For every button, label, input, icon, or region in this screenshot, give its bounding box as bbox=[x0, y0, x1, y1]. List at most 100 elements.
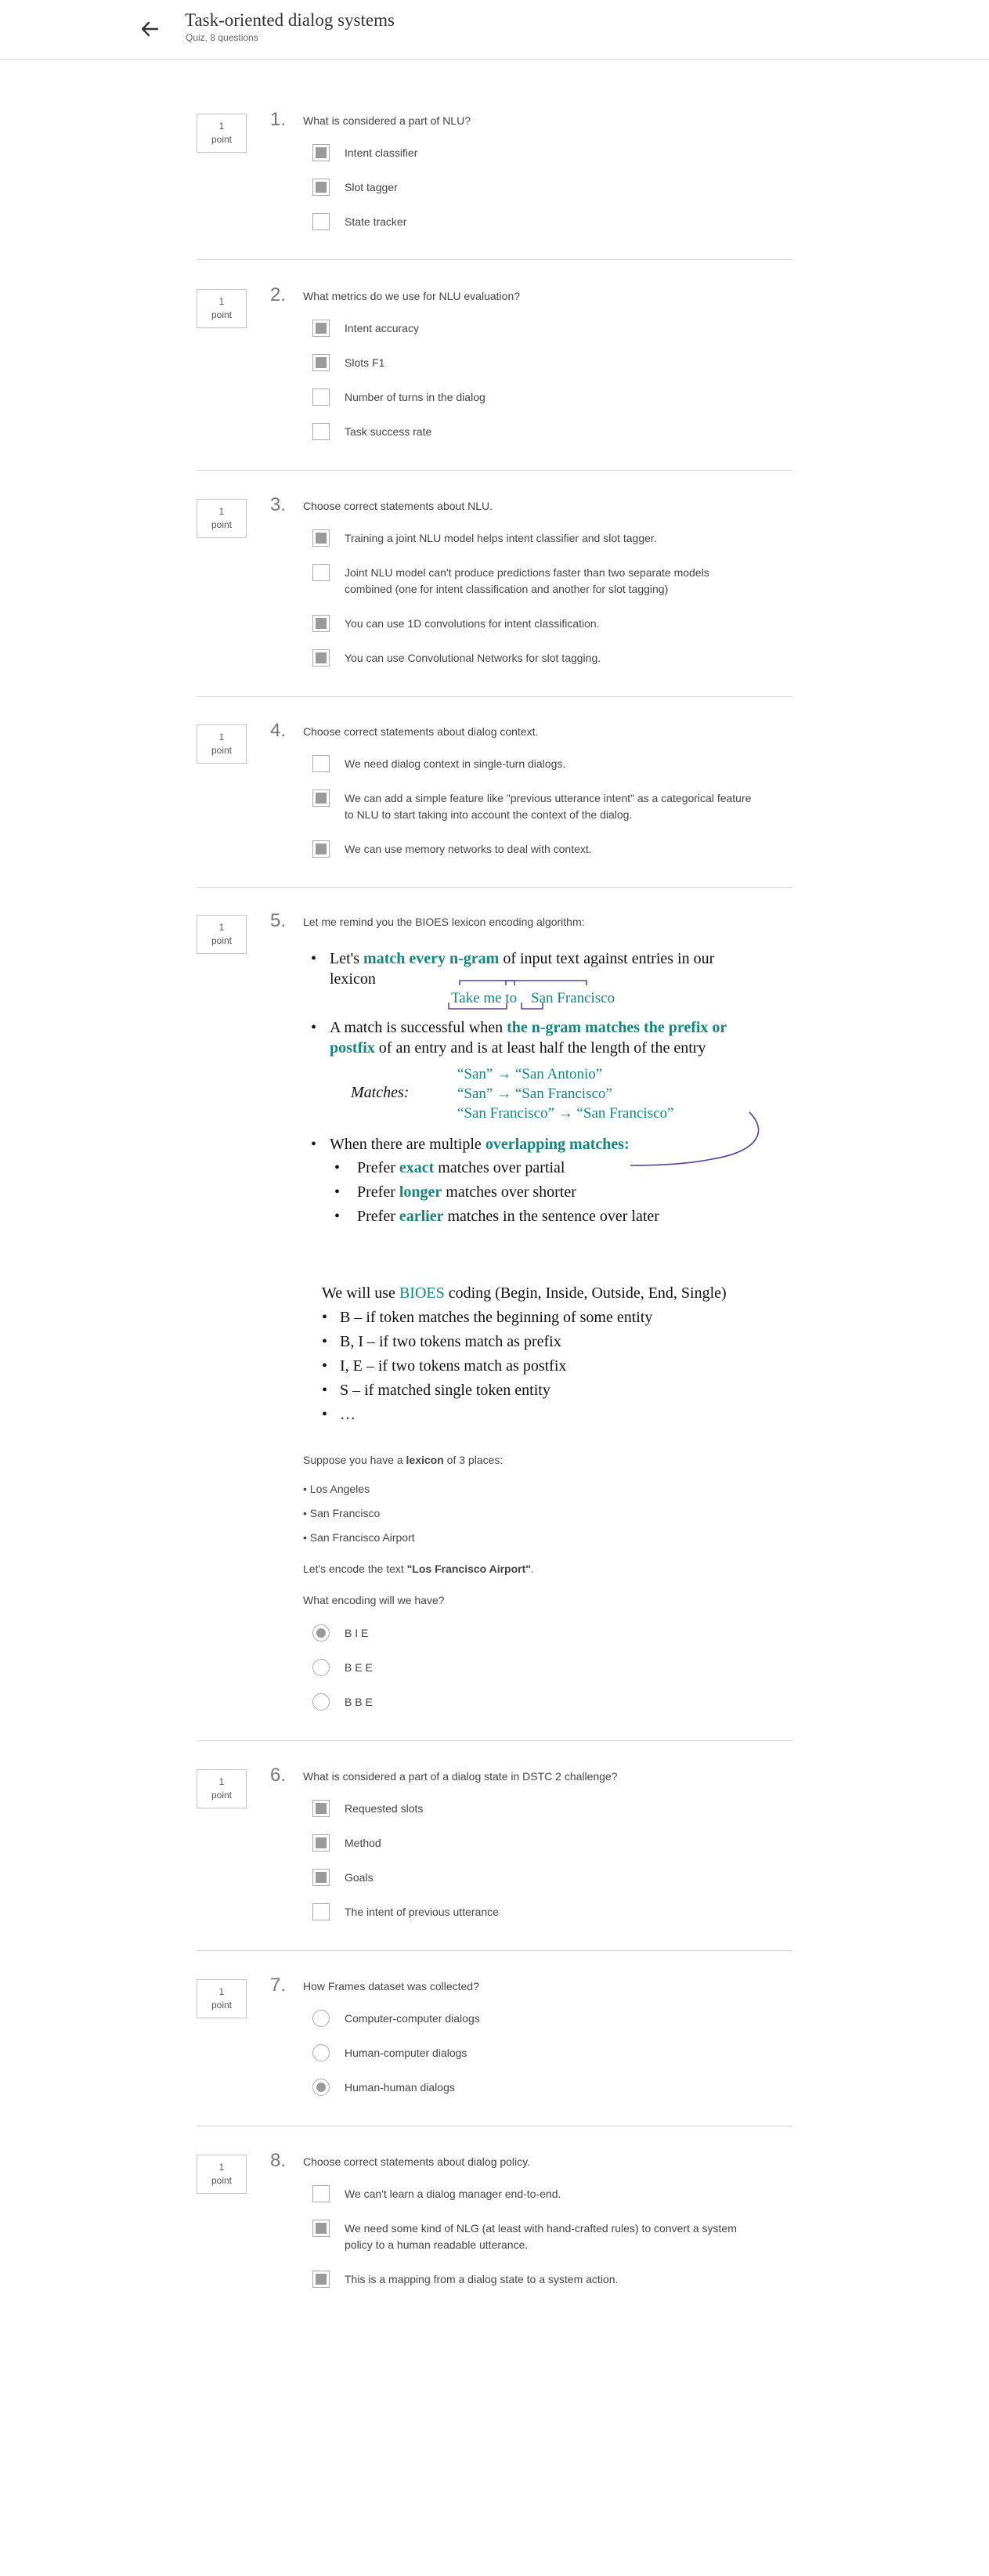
option-label: B I E bbox=[345, 1627, 369, 1639]
bioes-slide-image: We will use BIOES coding (Begin, Inside,… bbox=[197, 1283, 792, 1423]
question-number: 3. bbox=[270, 494, 287, 515]
option-label: Intent classifier bbox=[345, 146, 418, 159]
option-label: We can't learn a dialog manager end-to-e… bbox=[345, 2188, 561, 2200]
question-7: 1 point 7. How Frames dataset was collect… bbox=[197, 1974, 792, 2126]
checkbox[interactable] bbox=[312, 179, 330, 196]
bioes-item: B – if token matches the beginning of so… bbox=[340, 1309, 653, 1326]
option-label: Intent accuracy bbox=[345, 322, 419, 334]
bullet-dot: • bbox=[334, 1208, 341, 1225]
points-unit: point bbox=[211, 309, 233, 320]
slide-text: coding (Begin, Inside, Outside, End, Sin… bbox=[444, 1284, 727, 1302]
checkbox[interactable] bbox=[312, 1800, 330, 1817]
points-value: 1 bbox=[218, 121, 225, 132]
question-4: 1 point 4. Choose correct statements abou… bbox=[197, 720, 792, 888]
question-3: 1 point 3. Choose correct statements abou… bbox=[197, 494, 792, 697]
question-text: Choose correct statements about NLU. bbox=[303, 500, 493, 512]
checkbox[interactable] bbox=[312, 649, 330, 667]
encoding-question: What encoding will we have? bbox=[303, 1594, 445, 1606]
bullet-dot: • bbox=[311, 1019, 317, 1036]
points-badge: 1 point bbox=[197, 114, 247, 153]
checkbox[interactable] bbox=[312, 213, 330, 230]
bioes-item: B, I – if two tokens match as prefix bbox=[340, 1333, 561, 1350]
bullet-dot: • bbox=[322, 1309, 328, 1326]
slide-text: matches over shorter bbox=[442, 1183, 576, 1201]
slide-text: matches in the sentence over later bbox=[443, 1208, 659, 1225]
checkbox[interactable] bbox=[312, 320, 330, 337]
checkbox[interactable] bbox=[312, 1869, 330, 1886]
option-label: We can add a simple feature like "previo… bbox=[345, 792, 752, 821]
radio-button[interactable] bbox=[312, 2044, 330, 2061]
bullet-dot: • bbox=[311, 1136, 317, 1153]
option-label: Method bbox=[345, 1837, 381, 1849]
slide-text: matches over partial bbox=[434, 1159, 565, 1176]
slide-text: We will use bbox=[322, 1284, 399, 1302]
slide-highlight: postfix bbox=[330, 1039, 375, 1057]
slide-text: of an entry and is at least half the len… bbox=[374, 1039, 706, 1057]
match-line: “San” → “San Antonio” bbox=[457, 1066, 603, 1082]
checkbox[interactable] bbox=[312, 2271, 330, 2288]
checkbox[interactable] bbox=[312, 2185, 330, 2202]
bullet-dot: • bbox=[322, 1406, 328, 1423]
option-label: This is a mapping from a dialog state to… bbox=[345, 2273, 619, 2285]
checkbox[interactable] bbox=[312, 144, 330, 161]
option-label: We need some kind of NLG (at least with … bbox=[345, 2222, 737, 2251]
bullet-dot: • bbox=[322, 1382, 328, 1399]
points-badge: 1 point bbox=[197, 2155, 247, 2194]
question-text: Choose correct statements about dialog c… bbox=[303, 725, 539, 738]
text-bold: "Los Francisco Airport" bbox=[406, 1563, 531, 1575]
points-unit: point bbox=[211, 134, 233, 145]
bullet-dot: • bbox=[334, 1183, 341, 1201]
bullet-dot: • bbox=[322, 1357, 328, 1375]
option-label: Computer-computer dialogs bbox=[345, 2012, 480, 2025]
checkbox[interactable] bbox=[312, 529, 330, 547]
slide-highlight: match every n-gram bbox=[363, 950, 500, 967]
radio-button[interactable] bbox=[312, 2010, 330, 2027]
back-arrow-icon[interactable] bbox=[138, 17, 161, 41]
radio-button[interactable] bbox=[312, 1659, 330, 1676]
slide-sub-bullet: Prefer exact matches over partial bbox=[357, 1158, 565, 1178]
slide-text: Prefer bbox=[357, 1183, 399, 1201]
option-label: Human-computer dialogs bbox=[345, 2047, 467, 2059]
points-badge: 1 point bbox=[197, 1769, 247, 1808]
checkbox[interactable] bbox=[312, 423, 330, 440]
radio-button[interactable] bbox=[312, 2079, 330, 2096]
points-value: 1 bbox=[218, 1776, 225, 1787]
slide-text: Let's bbox=[330, 950, 364, 967]
checkbox[interactable] bbox=[312, 789, 330, 807]
question-text: What is considered a part of NLU? bbox=[303, 114, 471, 127]
option-label: The intent of previous utterance bbox=[345, 1906, 499, 1918]
checkbox[interactable] bbox=[312, 1903, 330, 1920]
radio-button[interactable] bbox=[312, 1624, 330, 1642]
question-8: 1 point 8. Choose correct statements abou… bbox=[197, 2150, 792, 2303]
option-label: B B E bbox=[345, 1696, 373, 1708]
question-6: 1 point 6. What is considered a part of a… bbox=[197, 1765, 792, 1951]
slide-sub-bullet: Prefer longer matches over shorter bbox=[357, 1182, 576, 1202]
bullet-dot: • bbox=[334, 1159, 341, 1176]
checkbox[interactable] bbox=[312, 354, 330, 371]
slide-highlight: BIOES bbox=[399, 1284, 445, 1302]
slide-highlight: overlapping matches: bbox=[485, 1136, 630, 1153]
checkbox[interactable] bbox=[312, 388, 330, 406]
text-bold: lexicon bbox=[406, 1454, 444, 1466]
checkbox[interactable] bbox=[312, 2220, 330, 2237]
slide-text: Prefer bbox=[357, 1159, 399, 1176]
text: Suppose you have a bbox=[303, 1454, 406, 1466]
slide-text: A match is successful when bbox=[330, 1019, 507, 1036]
quiz-subtitle: Quiz, 8 questions bbox=[186, 32, 258, 43]
bioes-item: … bbox=[340, 1406, 356, 1423]
checkbox[interactable] bbox=[312, 755, 330, 772]
matches-label: Matches: bbox=[351, 1084, 410, 1101]
text: Let's encode the text bbox=[303, 1563, 407, 1575]
option-label: We can use memory networks to deal with … bbox=[345, 843, 592, 855]
checkbox[interactable] bbox=[312, 564, 330, 581]
points-badge: 1 point bbox=[197, 1979, 247, 2018]
points-badge: 1 point bbox=[197, 724, 247, 764]
place-bullet: • San Francisco bbox=[303, 1507, 381, 1519]
checkbox[interactable] bbox=[312, 1834, 330, 1852]
checkbox[interactable] bbox=[312, 615, 330, 632]
radio-button[interactable] bbox=[312, 1693, 330, 1711]
slide-text: of input text against entries in our bbox=[499, 950, 715, 967]
checkbox[interactable] bbox=[312, 840, 330, 858]
place-name: Los Angeles bbox=[309, 1483, 370, 1495]
points-value: 1 bbox=[218, 2162, 225, 2173]
